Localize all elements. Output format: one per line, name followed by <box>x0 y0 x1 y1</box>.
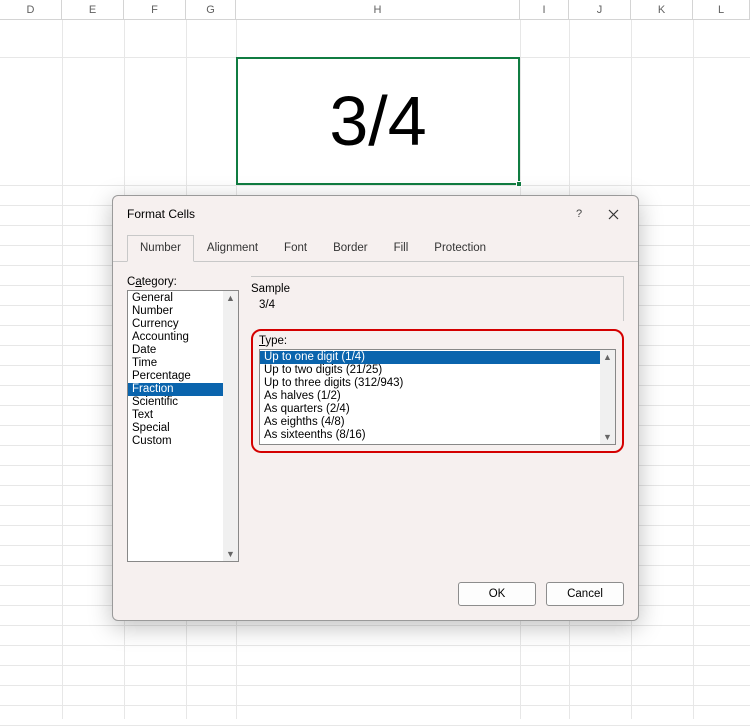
category-label: Category: <box>127 276 239 288</box>
category-listbox[interactable]: GeneralNumberCurrencyAccountingDateTimeP… <box>127 290 239 562</box>
fill-handle[interactable] <box>516 181 522 187</box>
category-item[interactable]: Percentage <box>128 370 238 383</box>
column-header[interactable]: K <box>631 0 693 19</box>
column-header[interactable]: I <box>520 0 569 19</box>
dialog-titlebar[interactable]: Format Cells ? <box>113 196 638 232</box>
sample-value: 3/4 <box>251 299 615 311</box>
category-item[interactable]: Number <box>128 305 238 318</box>
ok-button[interactable]: OK <box>458 582 536 606</box>
column-header[interactable]: L <box>693 0 750 19</box>
type-item[interactable]: Up to one digit (1/4) <box>260 351 600 364</box>
dialog-title: Format Cells <box>127 207 562 221</box>
row-separator <box>0 645 750 646</box>
type-item[interactable]: As quarters (2/4) <box>260 403 600 416</box>
scrollbar[interactable]: ▲ ▼ <box>600 350 615 444</box>
row-separator <box>0 705 750 706</box>
scroll-up-icon: ▲ <box>226 292 235 304</box>
scroll-down-icon: ▼ <box>603 431 612 443</box>
tab-fill[interactable]: Fill <box>381 235 422 262</box>
category-item[interactable]: Accounting <box>128 331 238 344</box>
type-item[interactable]: Up to two digits (21/25) <box>260 364 600 377</box>
tab-alignment[interactable]: Alignment <box>194 235 271 262</box>
category-item[interactable]: Scientific <box>128 396 238 409</box>
help-button[interactable]: ? <box>562 200 596 228</box>
dialog-body: Category: GeneralNumberCurrencyAccountin… <box>113 262 638 572</box>
active-cell[interactable]: 3/4 <box>236 57 520 185</box>
row-separator <box>0 625 750 626</box>
tab-protection[interactable]: Protection <box>421 235 499 262</box>
type-label: Type: <box>259 335 616 347</box>
category-column: Category: GeneralNumberCurrencyAccountin… <box>127 276 239 562</box>
category-item[interactable]: Custom <box>128 435 238 448</box>
category-item[interactable]: Fraction <box>128 383 238 396</box>
sample-label: Sample <box>251 283 615 295</box>
scroll-down-icon: ▼ <box>226 548 235 560</box>
active-cell-value: 3/4 <box>329 81 426 161</box>
row-separator <box>0 185 750 186</box>
category-item[interactable]: Special <box>128 422 238 435</box>
column-header[interactable]: G <box>186 0 236 19</box>
column-header[interactable]: H <box>236 0 520 19</box>
type-section-highlight: Type: Up to one digit (1/4)Up to two dig… <box>251 329 624 453</box>
scroll-up-icon: ▲ <box>603 351 612 363</box>
column-header[interactable]: E <box>62 0 124 19</box>
category-item[interactable]: Text <box>128 409 238 422</box>
tab-border[interactable]: Border <box>320 235 381 262</box>
tab-font[interactable]: Font <box>271 235 320 262</box>
column-header[interactable]: F <box>124 0 186 19</box>
close-button[interactable] <box>596 200 630 228</box>
type-item[interactable]: As halves (1/2) <box>260 390 600 403</box>
tab-number[interactable]: Number <box>127 235 194 262</box>
type-item[interactable]: Up to three digits (312/943) <box>260 377 600 390</box>
category-item[interactable]: Date <box>128 344 238 357</box>
sample-box: Sample 3/4 <box>251 276 624 321</box>
column-header[interactable]: J <box>569 0 631 19</box>
type-listbox[interactable]: Up to one digit (1/4)Up to two digits (2… <box>259 349 616 445</box>
type-item[interactable]: As sixteenths (8/16) <box>260 429 600 442</box>
detail-column: Sample 3/4 Type: Up to one digit (1/4)Up… <box>251 276 624 562</box>
row-separator <box>0 685 750 686</box>
format-cells-dialog: Format Cells ? NumberAlignmentFontBorder… <box>112 195 639 621</box>
column-headers: DEFGHIJKL <box>0 0 750 20</box>
close-icon <box>608 209 619 220</box>
dialog-tabs: NumberAlignmentFontBorderFillProtection <box>113 234 638 262</box>
type-item[interactable]: As eighths (4/8) <box>260 416 600 429</box>
column-header[interactable]: D <box>0 0 62 19</box>
row-separator <box>0 665 750 666</box>
category-item[interactable]: Currency <box>128 318 238 331</box>
category-item[interactable]: General <box>128 292 238 305</box>
category-item[interactable]: Time <box>128 357 238 370</box>
scrollbar[interactable]: ▲ ▼ <box>223 291 238 561</box>
dialog-buttons: OK Cancel <box>113 572 638 620</box>
cancel-button[interactable]: Cancel <box>546 582 624 606</box>
